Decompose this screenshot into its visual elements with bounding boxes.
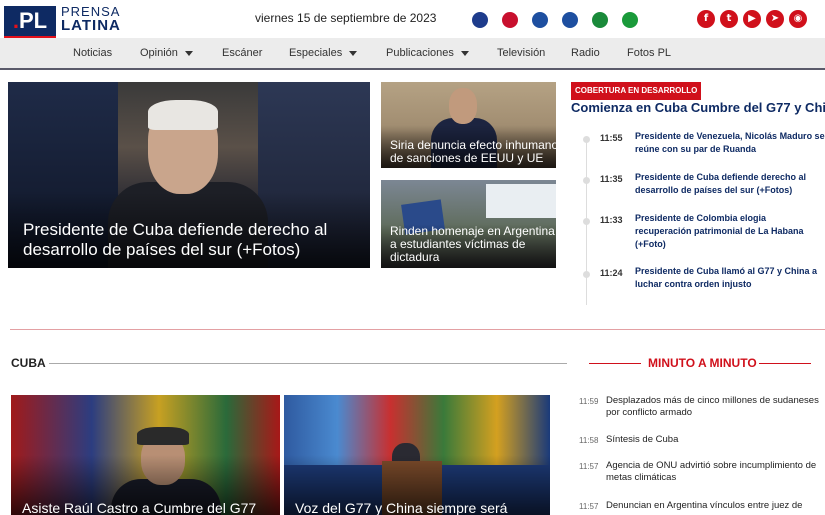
uk-flag-icon[interactable] [472, 12, 488, 28]
timeline-time: 11:55 [600, 133, 623, 143]
minuto-rule-right [759, 363, 811, 364]
nav-item-label: Publicaciones [386, 47, 454, 59]
nav-item-label: Especiales [289, 47, 343, 59]
nav-item-label: Noticias [73, 47, 113, 59]
timeline-dot-icon [583, 271, 590, 278]
nav-item-label: Radio [571, 47, 600, 59]
section-title-minuto: MINUTO A MINUTO [648, 356, 757, 370]
timeline-headline[interactable]: Presidente de Venezuela, Nicolás Maduro … [635, 130, 825, 156]
cuba-story-2[interactable]: Voz del G77 y China siempre será [284, 395, 550, 515]
minuto-headline[interactable]: Síntesis de Cuba [606, 434, 825, 446]
timeline-time: 11:24 [600, 268, 623, 278]
section-rule [49, 363, 567, 364]
story-image-banner [486, 184, 556, 218]
language-selector [472, 12, 638, 28]
nav-item-especiales[interactable]: Especiales [289, 47, 358, 59]
minuto-time: 11:57 [579, 502, 599, 511]
timeline-dot-icon [583, 136, 590, 143]
timeline-headline[interactable]: Presidente de Cuba defiende derecho al d… [635, 171, 825, 197]
logo-mark-text: PL [19, 8, 48, 33]
top-header: .PL PRENSA LATINA viernes 15 de septiemb… [0, 0, 825, 39]
section-divider [10, 329, 825, 330]
minuto-time: 11:58 [579, 436, 599, 445]
featured-side-story-2[interactable]: Rinden homenaje en Argentina a estudiant… [381, 180, 556, 268]
telegram-icon[interactable]: ➤ [766, 10, 784, 28]
youtube-icon[interactable]: ▶ [743, 10, 761, 28]
section-title-cuba[interactable]: CUBA [11, 356, 46, 370]
timeline-dot-icon [583, 218, 590, 225]
featured-main-story[interactable]: Presidente de Cuba defiende derecho al d… [8, 82, 370, 268]
timeline-headline[interactable]: Presidente de Colombia elogia recuperaci… [635, 212, 825, 251]
featured-side-1-title[interactable]: Siria denuncia efecto inhumano de sancio… [390, 139, 556, 165]
russia-flag-icon[interactable] [532, 12, 548, 28]
featured-side-2-title[interactable]: Rinden homenaje en Argentina a estudiant… [390, 225, 555, 264]
nav-item-fotos-pl[interactable]: Fotos PL [627, 47, 671, 59]
story-image-hair [137, 427, 189, 445]
chevron-down-icon [460, 50, 469, 56]
nav-item-label: Televisión [497, 47, 546, 59]
logo-line2: LATINA [61, 17, 121, 34]
cuba-story-1-title[interactable]: Asiste Raúl Castro a Cumbre del G77 [22, 500, 256, 515]
prensa-latina-logo[interactable]: .PL PRENSA LATINA [4, 2, 124, 39]
timeline-headline[interactable]: Presidente de Cuba llamó al G77 y China … [635, 265, 825, 291]
arabic-flag-icon[interactable] [592, 12, 608, 28]
logo-mark: .PL [4, 6, 56, 36]
timeline-time: 11:35 [600, 174, 623, 184]
hero-image-hair [148, 100, 218, 130]
chevron-down-icon [184, 50, 193, 56]
minuto-headline[interactable]: Denuncian en Argentina vínculos entre ju… [606, 500, 825, 512]
cuba-story-2-title[interactable]: Voz del G77 y China siempre será [295, 500, 507, 515]
main-navigation: Noticias Opinión Escáner Especiales Publicac… [0, 38, 825, 70]
live-timeline[interactable]: 11:55 Presidente de Venezuela, Nicolás Ma… [571, 122, 825, 305]
chevron-down-icon [349, 50, 358, 56]
story-image-face [449, 88, 477, 124]
logo-wordmark: PRENSA LATINA [61, 5, 121, 34]
nav-item-label: Fotos PL [627, 47, 672, 59]
nav-item-label: Escáner [222, 47, 263, 59]
rss-icon[interactable]: ◉ [789, 10, 807, 28]
italy-flag-icon[interactable] [622, 12, 638, 28]
minuto-headline[interactable]: Agencia de ONU advirtió sobre incumplimi… [606, 460, 825, 484]
france-flag-icon[interactable] [562, 12, 578, 28]
nav-item-noticias[interactable]: Noticias [73, 47, 112, 59]
live-coverage-title[interactable]: Comienza en Cuba Cumbre del G77 y China [571, 100, 825, 115]
portugal-flag-icon[interactable] [502, 12, 518, 28]
featured-side-story-1[interactable]: Siria denuncia efecto inhumano de sancio… [381, 82, 556, 168]
nav-item-opini-n[interactable]: Opinión [140, 47, 193, 59]
facebook-icon[interactable]: f [697, 10, 715, 28]
featured-main-title[interactable]: Presidente de Cuba defiende derecho al d… [23, 220, 343, 260]
social-links: f t ▶ ➤ ◉ [697, 10, 807, 28]
minuto-rule-left [589, 363, 641, 364]
minuto-time: 11:57 [579, 462, 599, 471]
live-coverage-badge: COBERTURA EN DESARROLLO [571, 82, 702, 100]
nav-item-esc-ner[interactable]: Escáner [222, 47, 262, 59]
minuto-headline[interactable]: Desplazados más de cinco millones de sud… [606, 395, 825, 419]
timeline-dot-icon [583, 177, 590, 184]
timeline-time: 11:33 [600, 215, 623, 225]
current-date: viernes 15 de septiembre de 2023 [255, 11, 437, 25]
nav-item-televisi-n[interactable]: Televisión [497, 47, 545, 59]
nav-item-publicaciones[interactable]: Publicaciones [386, 47, 469, 59]
minuto-time: 11:59 [579, 397, 599, 406]
twitter-icon[interactable]: t [720, 10, 738, 28]
cuba-story-1[interactable]: Asiste Raúl Castro a Cumbre del G77 [11, 395, 280, 515]
nav-item-radio[interactable]: Radio [571, 47, 600, 59]
nav-item-label: Opinión [140, 47, 178, 59]
